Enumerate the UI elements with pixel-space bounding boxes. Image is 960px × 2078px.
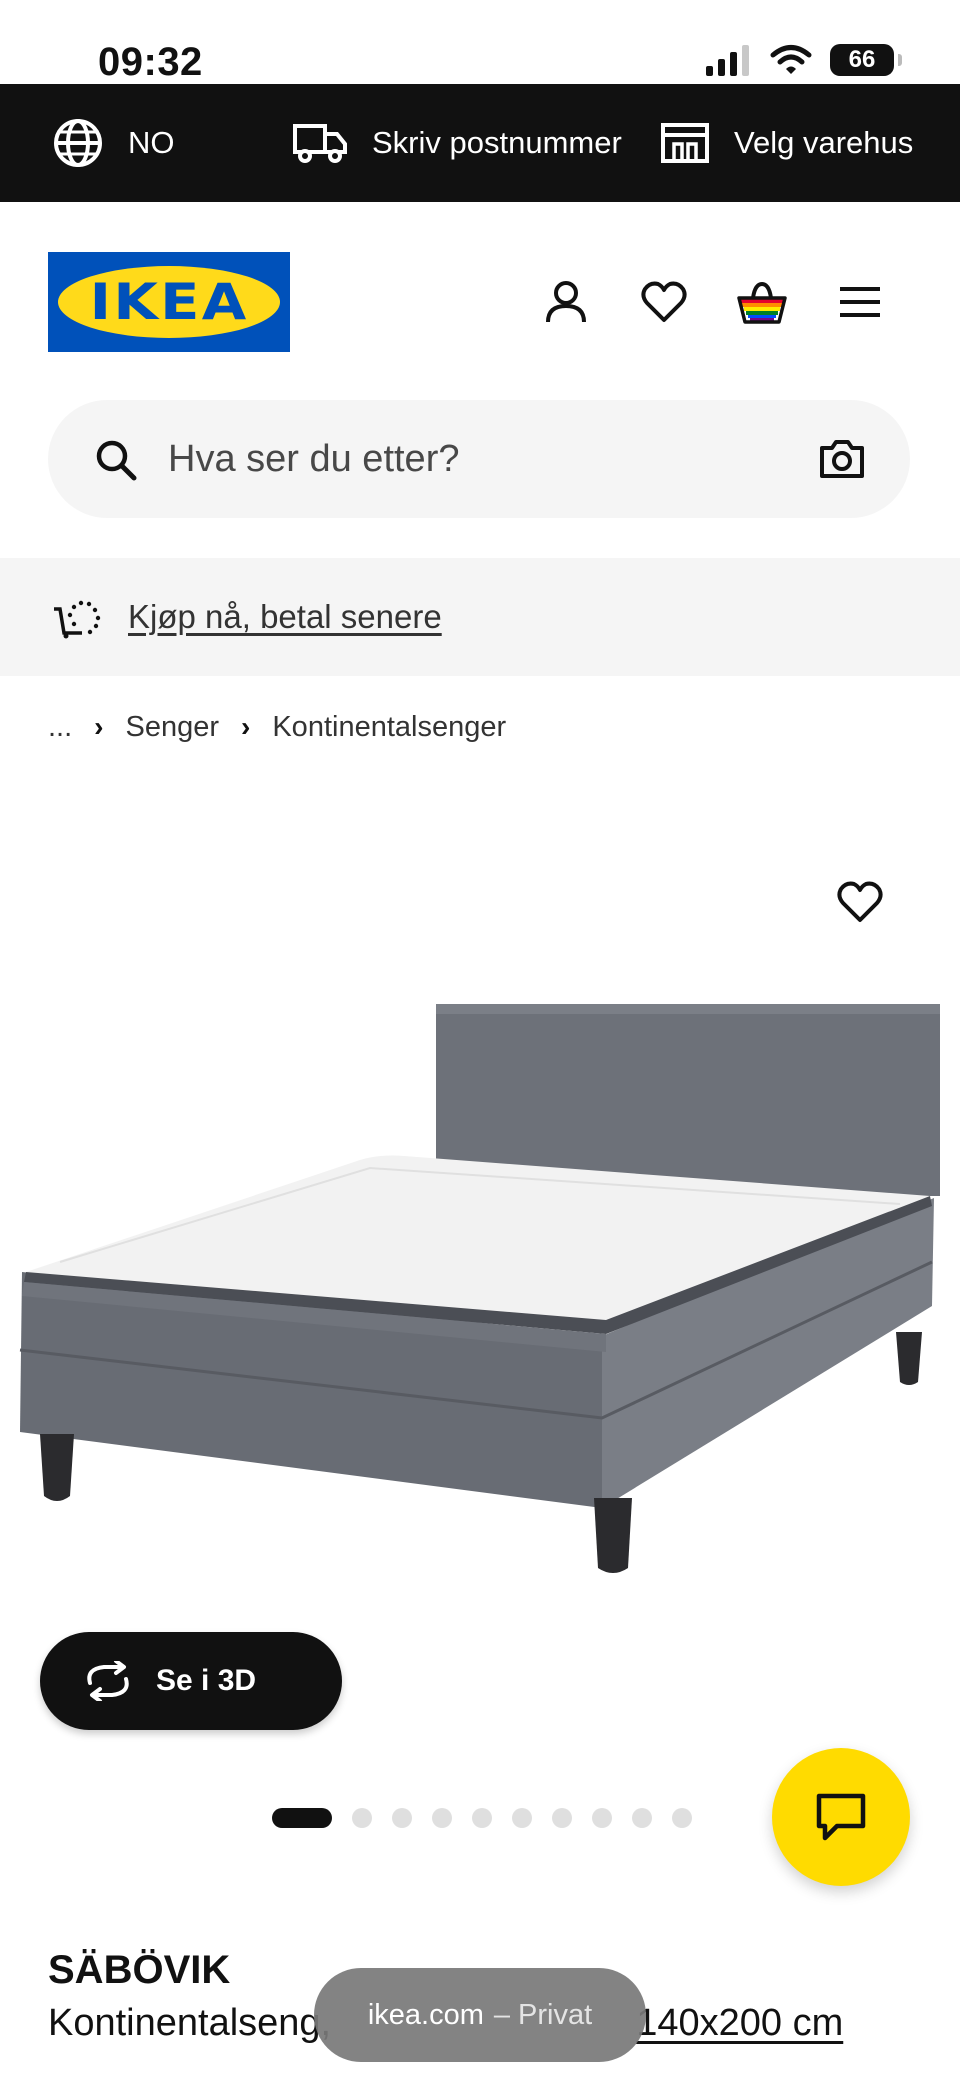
view-in-3d-button[interactable]: Se i 3D bbox=[40, 1632, 342, 1730]
site-header: IKEA bbox=[0, 202, 960, 402]
chat-icon bbox=[816, 1793, 866, 1841]
country-selector[interactable]: NO bbox=[52, 84, 175, 202]
carousel-dot[interactable] bbox=[352, 1808, 372, 1828]
store-label: Velg varehus bbox=[734, 125, 914, 160]
logo-oval: IKEA bbox=[58, 266, 280, 338]
breadcrumb-ellipsis[interactable]: ... bbox=[48, 711, 72, 744]
heart-icon bbox=[837, 881, 883, 922]
buy-now-pay-later-link[interactable]: Kjøp nå, betal senere bbox=[128, 598, 442, 636]
product-type: Kontinentalseng, bbox=[48, 2002, 332, 2044]
browser-domain: ikea.com bbox=[367, 1998, 484, 2031]
postal-label: Skriv postnummer bbox=[372, 125, 622, 160]
product-favourite-button[interactable] bbox=[836, 880, 888, 932]
status-time: 09:32 bbox=[98, 40, 203, 84]
search-icon[interactable] bbox=[94, 438, 138, 482]
search-input[interactable] bbox=[168, 400, 768, 518]
carousel-dot[interactable] bbox=[432, 1808, 452, 1828]
product-name: SÄBÖVIK bbox=[48, 1948, 231, 1992]
cart-clock-icon bbox=[54, 600, 101, 639]
status-icons: 66 bbox=[704, 44, 902, 76]
browser-url-pill[interactable]: ikea.com – Privat bbox=[314, 1968, 646, 2062]
chat-button[interactable] bbox=[772, 1748, 910, 1886]
carousel-dot[interactable] bbox=[672, 1808, 692, 1828]
basket-button[interactable] bbox=[736, 276, 788, 328]
carousel-dot[interactable] bbox=[472, 1808, 492, 1828]
view-in-3d-label: Se i 3D bbox=[156, 1664, 257, 1697]
chevron-right-icon: › bbox=[94, 711, 104, 742]
signal-icon bbox=[706, 45, 749, 76]
carousel-dot[interactable] bbox=[592, 1808, 612, 1828]
carousel-dot[interactable] bbox=[512, 1808, 532, 1828]
basket-icon bbox=[737, 281, 787, 324]
menu-icon bbox=[840, 287, 880, 317]
product-image[interactable] bbox=[0, 800, 960, 1640]
profile-icon bbox=[546, 281, 586, 323]
ikea-logo[interactable]: IKEA bbox=[48, 252, 290, 352]
profile-button[interactable] bbox=[540, 276, 592, 328]
carousel-dot[interactable] bbox=[632, 1808, 652, 1828]
rotate-3d-icon bbox=[87, 1661, 129, 1701]
store-selector[interactable]: Velg varehus bbox=[660, 84, 913, 202]
image-carousel-dots bbox=[272, 1806, 692, 1830]
camera-icon[interactable] bbox=[818, 438, 866, 480]
browser-mode: – Privat bbox=[493, 1998, 593, 2031]
wifi-icon bbox=[770, 45, 812, 74]
carousel-dot[interactable] bbox=[392, 1808, 412, 1828]
country-label: NO bbox=[128, 125, 175, 160]
top-bar: NO Skriv postnummer Velg varehus bbox=[0, 84, 960, 202]
breadcrumb-item-senger[interactable]: Senger bbox=[126, 711, 220, 744]
favourites-button[interactable] bbox=[638, 276, 690, 328]
logo-text: IKEA bbox=[89, 273, 249, 331]
store-icon bbox=[661, 123, 709, 163]
heart-icon bbox=[641, 281, 687, 322]
globe-icon bbox=[54, 119, 102, 167]
status-bar: 09:32 66 bbox=[0, 0, 960, 84]
chevron-right-icon: › bbox=[241, 711, 251, 742]
carousel-dot-active[interactable] bbox=[272, 1808, 332, 1828]
breadcrumb: ... › Senger › Kontinentalsenger bbox=[48, 706, 506, 748]
truck-icon bbox=[293, 124, 347, 163]
search-bar[interactable] bbox=[48, 400, 910, 518]
menu-button[interactable] bbox=[834, 276, 886, 328]
postal-code-link[interactable]: Skriv postnummer bbox=[292, 84, 622, 202]
breadcrumb-item-kontinentalsenger[interactable]: Kontinentalsenger bbox=[272, 711, 506, 744]
product-size-link[interactable]: 140x200 cm bbox=[636, 2002, 843, 2044]
promo-banner: Kjøp nå, betal senere bbox=[0, 558, 960, 676]
carousel-dot[interactable] bbox=[552, 1808, 572, 1828]
battery-indicator: 66 bbox=[830, 44, 902, 76]
